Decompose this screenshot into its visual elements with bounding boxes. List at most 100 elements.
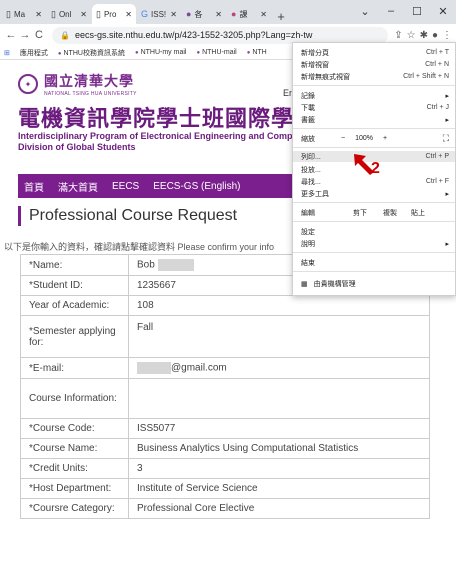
- zoom-out-button[interactable]: −: [341, 135, 345, 142]
- table-row: *Host Department: Institute of Service Sc…: [20, 478, 430, 499]
- table-row: *Semester applying for: Fall: [20, 315, 430, 358]
- field-label: Course Information:: [20, 378, 129, 419]
- menu-exit[interactable]: 結束: [301, 257, 449, 268]
- table-row: Course Information:: [20, 378, 430, 419]
- menu-zoom: 縮放 − 100% + ⛶: [301, 133, 449, 144]
- forward-icon[interactable]: →: [18, 29, 32, 41]
- nav-home[interactable]: 首頁: [24, 179, 44, 194]
- menu-managed[interactable]: ▦ 由貴機構管理: [301, 278, 449, 289]
- zoom-label: 縮放: [301, 135, 315, 143]
- chevron-right-icon: ▸: [445, 190, 449, 198]
- bookmark-item[interactable]: NTHU-mail: [196, 49, 237, 56]
- browser-tab[interactable]: G ISS! ✕: [137, 4, 181, 24]
- university-logo[interactable]: ✦ 國立清華大學 NATIONAL TSING HUA UNIVERSITY: [18, 71, 137, 97]
- name-value: Bob: [137, 259, 155, 271]
- menu-bookmarks[interactable]: 書籤 ▸: [301, 114, 449, 125]
- department-subtitle: Interdisciplinary Program of Electronica…: [18, 131, 298, 153]
- apps-icon[interactable]: ⊞: [4, 49, 10, 57]
- menu-icon[interactable]: ⋮: [442, 30, 452, 41]
- browser-tab[interactable]: ● 各 ✕: [182, 4, 226, 24]
- browser-tab[interactable]: ▯ Ma ✕: [2, 4, 46, 24]
- table-row: *Coursre Category: Professional Core Elec…: [20, 498, 430, 519]
- field-label: *E-mail:: [20, 357, 129, 379]
- cut-button[interactable]: 剪下: [353, 208, 367, 218]
- table-row: *Course Code: ISS5077: [20, 418, 430, 439]
- extensions-icon[interactable]: ✱: [420, 30, 428, 41]
- tab-label: Onl: [58, 9, 72, 19]
- close-icon[interactable]: ✕: [125, 10, 132, 19]
- browser-tab[interactable]: ▯ Onl ✕: [47, 4, 91, 24]
- field-label: *Semester applying for:: [20, 315, 129, 358]
- maximize-icon[interactable]: ☐: [404, 5, 430, 18]
- bookmark-apps[interactable]: 應用程式: [20, 48, 48, 58]
- reload-icon[interactable]: C: [32, 29, 46, 41]
- chevron-right-icon: ▸: [445, 116, 449, 124]
- browser-tab-active[interactable]: ▯ Pro ✕: [92, 4, 136, 24]
- field-label: *Course Name:: [20, 438, 129, 459]
- chevron-down-icon[interactable]: ⌄: [352, 5, 378, 18]
- page-title: Professional Course Request: [18, 206, 237, 226]
- bookmark-item[interactable]: NTHU-my mail: [135, 49, 187, 56]
- field-value: 108: [128, 295, 430, 316]
- nav-eecs-gs[interactable]: EECS-GS (English): [153, 181, 240, 192]
- table-row: *Credit Units: 3: [20, 458, 430, 479]
- close-icon[interactable]: ✕: [35, 10, 42, 19]
- zoom-value: 100%: [355, 135, 373, 142]
- logo-chinese: 國立清華大學: [44, 74, 134, 90]
- field-value: Business Analytics Using Computational S…: [128, 438, 430, 459]
- share-icon[interactable]: ⇪: [394, 30, 402, 41]
- bookmark-item[interactable]: NTH: [247, 49, 266, 56]
- menu-downloads[interactable]: 下載 Ctrl + J: [301, 102, 449, 113]
- menu-new-tab[interactable]: 新增分頁 Ctrl + T: [301, 47, 449, 58]
- table-row: *E-mail: @gmail.com: [20, 357, 430, 379]
- menu-incognito[interactable]: 新增無痕式視窗 Ctrl + Shift + N: [301, 71, 449, 82]
- url-text: eecs-gs.site.nthu.edu.tw/p/423-1552-3205…: [74, 30, 313, 40]
- zoom-in-button[interactable]: +: [383, 135, 387, 142]
- menu-new-window[interactable]: 新增視窗 Ctrl + N: [301, 59, 449, 70]
- address-bar[interactable]: 🔒 eecs-gs.site.nthu.edu.tw/p/423-1552-32…: [52, 26, 389, 44]
- star-icon[interactable]: ☆: [407, 30, 416, 41]
- tab-label: 各: [194, 9, 203, 19]
- menu-help[interactable]: 說明 ▸: [301, 238, 449, 249]
- edit-label: 編輯: [301, 209, 315, 217]
- field-label: *Credit Units:: [20, 458, 129, 479]
- field-label: *Student ID:: [20, 275, 129, 296]
- menu-settings[interactable]: 設定: [301, 226, 449, 237]
- new-tab-icon[interactable]: +: [272, 9, 290, 24]
- copy-button[interactable]: 複製: [383, 208, 397, 218]
- seal-icon: ✦: [18, 74, 38, 94]
- email-value: @gmail.com: [171, 362, 227, 374]
- minimize-icon[interactable]: –: [378, 5, 404, 17]
- fullscreen-icon[interactable]: ⛶: [443, 133, 449, 144]
- close-icon[interactable]: ✕: [260, 10, 267, 19]
- close-icon[interactable]: ✕: [80, 10, 87, 19]
- paste-button[interactable]: 貼上: [411, 208, 425, 218]
- confirm-instructions: 以下是你輸入的資料，確認請點擊確認資料 Please confirm your …: [4, 242, 275, 252]
- bookmark-item[interactable]: NTHU校務資訊系統: [58, 48, 125, 58]
- field-value: Professional Core Elective: [128, 498, 430, 519]
- field-label: *Course Code:: [20, 418, 129, 439]
- profile-icon[interactable]: ●: [432, 30, 438, 41]
- tab-label: ISS!: [151, 9, 167, 19]
- lock-icon[interactable]: 🔒: [60, 31, 70, 40]
- field-value: [128, 378, 430, 419]
- close-icon[interactable]: ✕: [215, 10, 222, 19]
- subtitle-line-1: Interdisciplinary Program of Electronica…: [18, 131, 299, 141]
- back-icon[interactable]: ←: [4, 29, 18, 41]
- field-value: @gmail.com: [128, 357, 430, 379]
- tab-label: Pro: [103, 9, 117, 19]
- menu-more-tools[interactable]: 更多工具 ▸: [301, 188, 449, 199]
- close-window-icon[interactable]: ✕: [430, 5, 456, 18]
- field-value: Fall: [128, 315, 430, 358]
- google-icon: G: [141, 9, 149, 19]
- nav-eecs[interactable]: EECS: [112, 181, 139, 192]
- field-label: *Coursre Category:: [20, 498, 129, 519]
- tab-label: 課: [239, 9, 248, 19]
- menu-history[interactable]: 記錄 ▸: [301, 90, 449, 101]
- browser-tab[interactable]: ● 課 ✕: [227, 4, 271, 24]
- tab-label: Ma: [13, 9, 26, 19]
- close-icon[interactable]: ✕: [170, 10, 177, 19]
- site-icon: ●: [231, 9, 237, 19]
- nav-university-home[interactable]: 滿大首頁: [58, 179, 98, 194]
- field-label: *Name:: [20, 254, 129, 276]
